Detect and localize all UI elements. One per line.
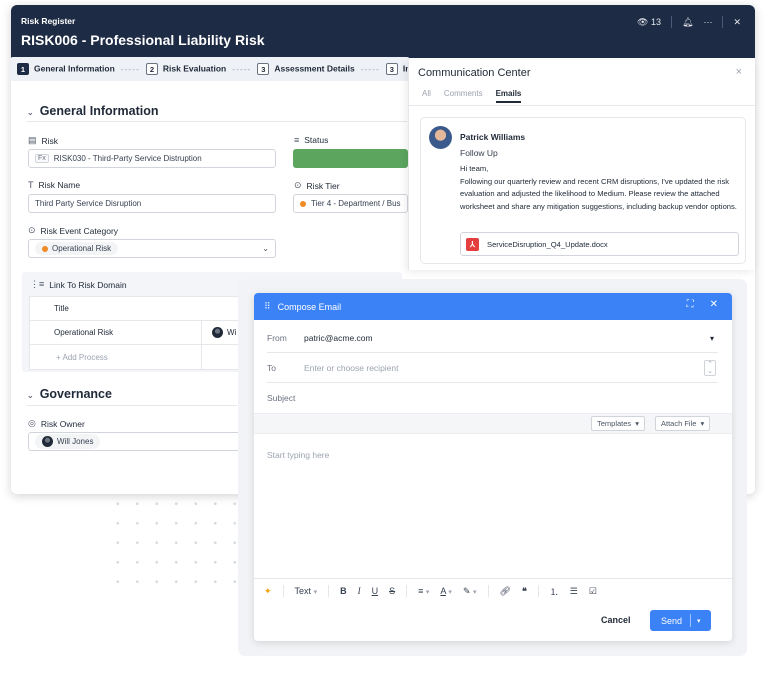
align-icon[interactable]: ≡ ▾ bbox=[418, 586, 429, 596]
chevron-down-icon: ⌄ bbox=[27, 108, 34, 117]
risk-owner-field[interactable]: Will Jones bbox=[28, 432, 243, 451]
compose-title: Compose Email bbox=[277, 301, 342, 312]
step-risk-evaluation[interactable]: 2 Risk Evaluation bbox=[145, 63, 226, 75]
step-assessment-details[interactable]: 3 Assessment Details bbox=[257, 63, 355, 75]
compose-toolbar: Templates ▾ Attach File ▾ bbox=[254, 413, 732, 434]
email-body-editor[interactable]: Start typing here bbox=[267, 450, 329, 460]
highlight-icon[interactable]: ✎ ▾ bbox=[463, 586, 477, 597]
quote-icon[interactable]: ❝ bbox=[522, 586, 527, 597]
bell-icon[interactable]: 🔔︎ bbox=[682, 17, 693, 28]
lines-icon: ≡ bbox=[294, 135, 300, 145]
email-subject: Follow Up bbox=[460, 148, 498, 158]
bullet-list-icon[interactable]: ☰ bbox=[570, 586, 578, 597]
more-icon[interactable]: ··· bbox=[703, 17, 712, 27]
status-field[interactable] bbox=[293, 149, 408, 168]
sender-name: Patrick Williams bbox=[460, 132, 526, 142]
from-row[interactable]: From patric@acme.com ▾ bbox=[254, 323, 732, 353]
close-icon[interactable]: ✕ bbox=[710, 299, 718, 310]
attachment-chip[interactable]: ⅄ ServiceDisruption_Q4_Update.docx bbox=[460, 232, 739, 256]
format-toolbar: ✦ Text ▾ B I U S ≡ ▾ A ▾ ✎ ▾ 🔗︎ ❝ ⒈ ☰ ☑ bbox=[254, 580, 732, 602]
communication-center: Communication Center × All Comments Emai… bbox=[408, 60, 755, 270]
formula-badge: Fx bbox=[35, 154, 49, 163]
circle-check-icon: ⊙ bbox=[28, 225, 36, 235]
event-category-select[interactable]: Operational Risk ⌄ bbox=[28, 239, 276, 258]
step-next[interactable]: 3 In bbox=[385, 63, 410, 75]
page-title: RISK006 - Professional Liability Risk bbox=[21, 32, 265, 48]
chevron-down-icon: ⌄ bbox=[27, 391, 34, 400]
risk-owner-label: ◎ Risk Owner bbox=[28, 418, 85, 429]
numbered-list-icon[interactable]: ⒈ bbox=[550, 585, 559, 598]
risk-domain-label: ⋮≡ Link To Risk Domain bbox=[30, 279, 127, 290]
avatar bbox=[429, 126, 452, 149]
risk-tier-select[interactable]: Tier 4 - Department / Bus bbox=[293, 194, 408, 213]
templates-button[interactable]: Templates ▾ bbox=[591, 416, 645, 431]
pdf-file-icon: ⅄ bbox=[466, 237, 479, 251]
from-select[interactable]: patric@acme.com bbox=[304, 333, 373, 343]
binoculars-icon: 👁 bbox=[637, 16, 649, 27]
step-progress: 1 General Information ----- 2 Risk Evaluat… bbox=[10, 57, 410, 81]
checklist-icon[interactable]: ☑ bbox=[589, 586, 597, 597]
section-general-information[interactable]: ⌄ General Information bbox=[27, 104, 158, 118]
user-circle-icon: ◎ bbox=[28, 418, 36, 428]
section-governance[interactable]: ⌄ Governance bbox=[27, 387, 112, 401]
email-body: Hi team, Following our quarterly review … bbox=[460, 164, 737, 212]
send-button[interactable]: Send ▾ bbox=[650, 610, 711, 631]
cancel-button[interactable]: Cancel bbox=[601, 615, 631, 625]
panel-title: Communication Center bbox=[418, 67, 531, 79]
bold-icon[interactable]: B bbox=[340, 586, 347, 596]
updown-icon[interactable]: ⌃ ⌄ bbox=[704, 360, 716, 376]
tab-emails[interactable]: Emails bbox=[495, 89, 522, 103]
circle-check-icon: ⊙ bbox=[294, 180, 302, 190]
ai-sparkle-icon[interactable]: ✦ bbox=[264, 586, 272, 597]
watchers-button[interactable]: 👁 13 bbox=[637, 17, 661, 28]
chevron-down-icon: ⌄ bbox=[262, 244, 269, 253]
tier-dot bbox=[300, 200, 306, 207]
add-process-button[interactable]: + Add Process bbox=[30, 345, 202, 369]
compose-email-dialog: ⠿ Compose Email ⛶ ✕ From patric@acme.com… bbox=[254, 293, 732, 641]
strikethrough-icon[interactable]: S bbox=[389, 586, 395, 596]
risk-name-label: T Risk Name bbox=[28, 180, 81, 190]
caret-down-icon: ▾ bbox=[709, 333, 714, 343]
risk-name-input[interactable]: Third Party Service Disruption bbox=[28, 194, 276, 213]
close-icon[interactable]: ✕ bbox=[733, 17, 741, 28]
drag-handle-icon[interactable]: ⠿ bbox=[264, 301, 271, 312]
expand-icon[interactable]: ⛶ bbox=[687, 299, 694, 310]
text-style-select[interactable]: Text ▾ bbox=[295, 586, 318, 596]
to-input[interactable]: Enter or choose recipient bbox=[304, 363, 399, 373]
record-header: Risk Register RISK006 - Professional Lia… bbox=[11, 5, 755, 58]
event-category-label: ⊙ Risk Event Category bbox=[28, 225, 119, 236]
font-color-icon[interactable]: A ▾ bbox=[440, 586, 452, 596]
close-icon[interactable]: × bbox=[736, 66, 742, 78]
underline-icon[interactable]: U bbox=[372, 586, 379, 596]
document-icon: ▤ bbox=[28, 135, 37, 145]
step-general-information[interactable]: 1 General Information bbox=[17, 63, 115, 75]
header-toolbar: 👁 13 🔔︎ ··· ✕ bbox=[637, 16, 741, 28]
link-list-icon: ⋮≡ bbox=[30, 279, 45, 289]
tab-all[interactable]: All bbox=[422, 89, 431, 103]
compose-header[interactable]: ⠿ Compose Email ⛶ ✕ bbox=[254, 293, 732, 320]
to-row[interactable]: To Enter or choose recipient ⌃ ⌄ bbox=[254, 353, 732, 383]
caret-down-icon[interactable]: ▾ bbox=[690, 614, 701, 627]
avatar bbox=[212, 327, 223, 338]
risk-label: ▤ Risk bbox=[28, 135, 59, 146]
tab-comments[interactable]: Comments bbox=[444, 89, 483, 103]
attach-file-button[interactable]: Attach File ▾ bbox=[655, 416, 711, 431]
owner-tag: Will Jones bbox=[35, 434, 101, 449]
subject-row[interactable]: Subject bbox=[254, 383, 732, 413]
link-icon[interactable]: 🔗︎ bbox=[500, 586, 511, 597]
caret-down-icon: ▾ bbox=[700, 419, 705, 428]
category-tag: Operational Risk bbox=[35, 242, 119, 255]
caret-down-icon: ▾ bbox=[635, 419, 639, 428]
decorative-dot-grid bbox=[108, 494, 248, 589]
status-label: ≡ Status bbox=[294, 135, 329, 145]
text-icon: T bbox=[28, 180, 34, 190]
comm-tabs: All Comments Emails bbox=[422, 89, 522, 103]
email-card[interactable]: Patrick Williams Follow Up Hi team, Foll… bbox=[420, 117, 746, 264]
risk-field[interactable]: Fx RISK030 - Third-Party Service Distrupt… bbox=[28, 149, 276, 168]
italic-icon[interactable]: I bbox=[358, 586, 361, 596]
subject-input[interactable]: Subject bbox=[267, 393, 295, 403]
watchers-count: 13 bbox=[651, 16, 662, 27]
risk-tier-label: ⊙ Risk Tier bbox=[294, 180, 340, 191]
avatar bbox=[42, 436, 53, 447]
